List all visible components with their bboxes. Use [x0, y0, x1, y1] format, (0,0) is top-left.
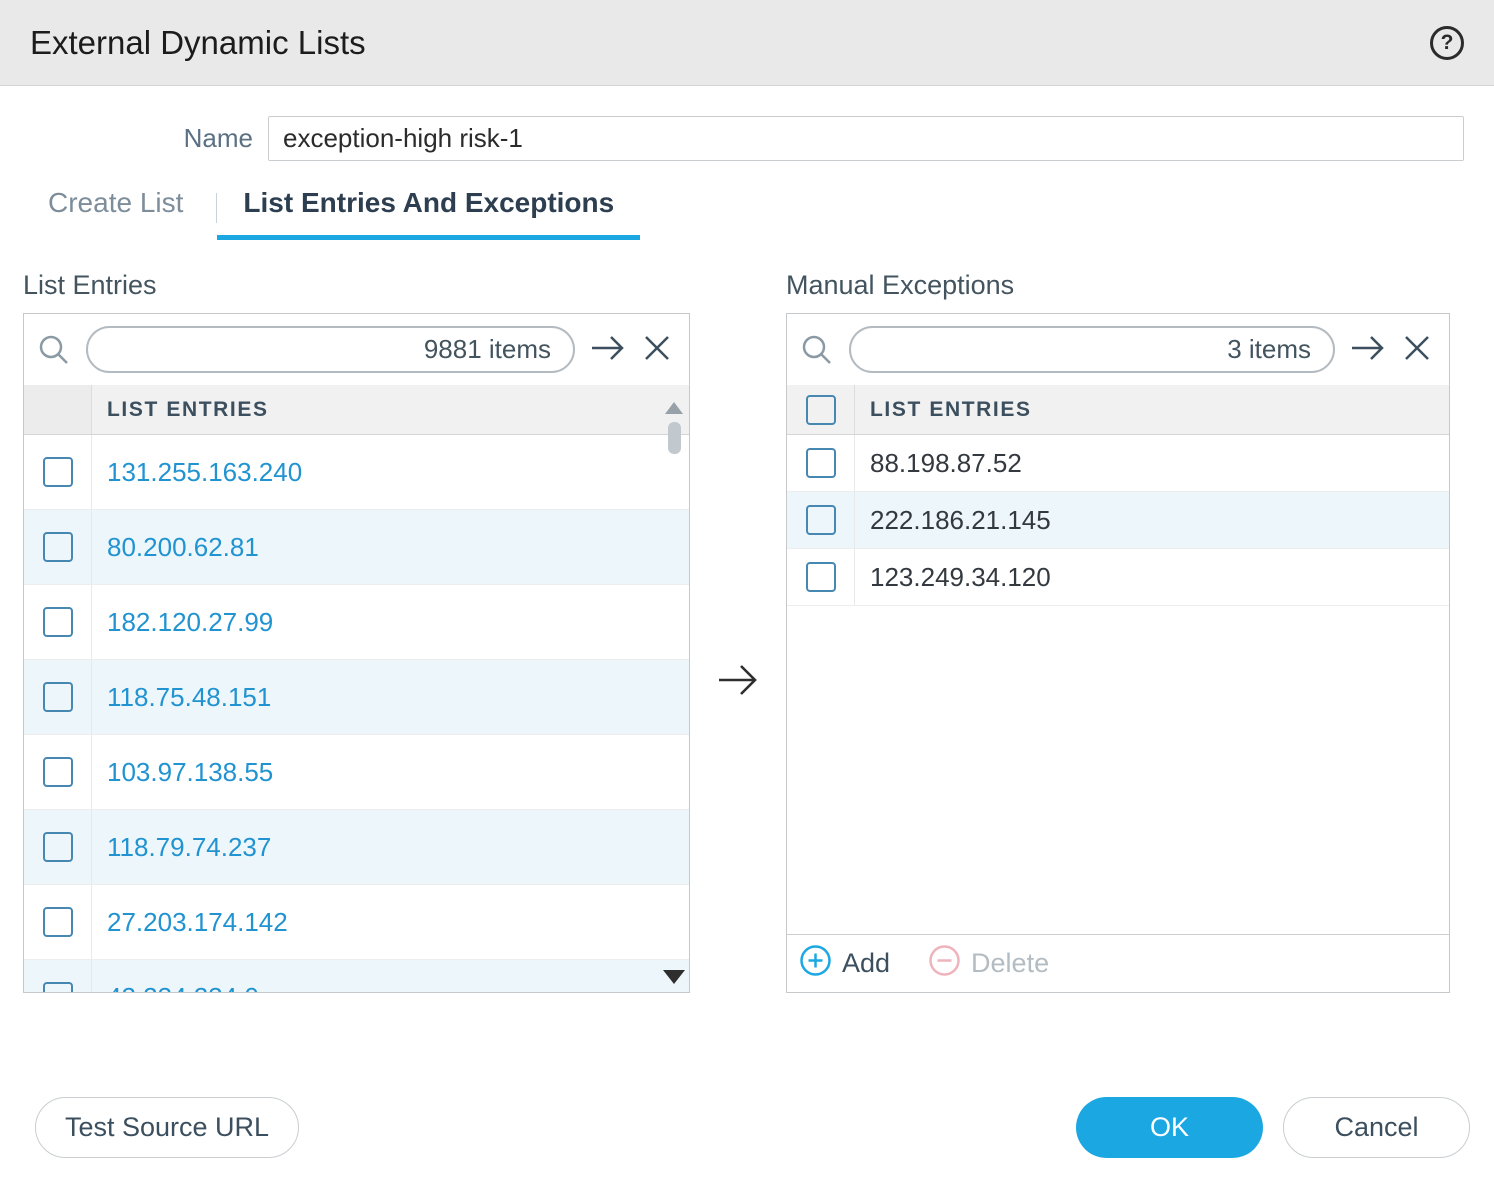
delete-label: Delete [971, 948, 1049, 979]
list-entries-apply-filter-button[interactable] [589, 332, 627, 367]
exception-row[interactable]: 88.198.87.52 [787, 435, 1449, 492]
list-entries-search-input[interactable]: 9881 items [86, 326, 575, 373]
manual-exceptions-section: Manual Exceptions 3 items [786, 270, 1450, 993]
row-checkbox[interactable] [43, 757, 73, 787]
list-entry-value: 118.75.48.151 [92, 682, 271, 713]
list-entry-value: 80.200.62.81 [92, 532, 259, 563]
arrow-right-icon [716, 660, 760, 700]
scroll-up-button[interactable] [665, 402, 683, 414]
list-entries-scrollbar[interactable] [663, 402, 685, 986]
manual-exceptions-table-body: 88.198.87.52 222.186.21.145 123.249.34.1… [787, 435, 1449, 934]
manual-exceptions-search-row: 3 items [787, 314, 1449, 385]
help-icon[interactable]: ? [1430, 26, 1464, 60]
arrow-right-icon [589, 332, 627, 367]
search-icon [36, 332, 72, 368]
cancel-button[interactable]: Cancel [1283, 1097, 1470, 1158]
ok-button[interactable]: OK [1076, 1097, 1263, 1158]
tab-create-list[interactable]: Create List [48, 187, 183, 240]
dialog-header: External Dynamic Lists ? [0, 0, 1494, 86]
list-entry-value: 42.234.234.0 [92, 982, 259, 993]
row-checkbox[interactable] [43, 682, 73, 712]
list-entry-value: 118.79.74.237 [92, 832, 271, 863]
manual-exceptions-table-header: LIST ENTRIES [787, 385, 1449, 435]
exception-row[interactable]: 222.186.21.145 [787, 492, 1449, 549]
move-to-exceptions-button[interactable] [690, 270, 786, 990]
manual-exceptions-clear-filter-button[interactable] [1401, 332, 1433, 367]
row-checkbox[interactable] [43, 832, 73, 862]
list-entries-table-header: LIST ENTRIES [24, 385, 689, 435]
manual-exceptions-footer: Add Delete [787, 934, 1449, 992]
page-title: External Dynamic Lists [30, 24, 1430, 62]
exception-value: 222.186.21.145 [855, 505, 1051, 536]
manual-exceptions-search-input[interactable]: 3 items [849, 326, 1335, 373]
exception-value: 88.198.87.52 [855, 448, 1022, 479]
list-entry-row-partial[interactable]: 42.234.234.0 [24, 960, 689, 992]
tab-bar: Create List List Entries And Exceptions [0, 187, 1494, 240]
name-input[interactable] [268, 116, 1464, 161]
exception-row[interactable]: 123.249.34.120 [787, 549, 1449, 606]
empty-area [787, 606, 1449, 934]
manual-exceptions-column-header: LIST ENTRIES [855, 385, 1032, 434]
row-checkbox[interactable] [806, 448, 836, 478]
list-entry-row[interactable]: 118.75.48.151 [24, 660, 689, 735]
manual-exceptions-search-field[interactable] [873, 335, 1227, 364]
list-entry-row[interactable]: 80.200.62.81 [24, 510, 689, 585]
manual-exceptions-panel: 3 items LIST ENTRIES [786, 313, 1450, 993]
list-entries-search-field[interactable] [110, 335, 424, 364]
manual-exceptions-item-count: 3 items [1227, 334, 1311, 365]
row-checkbox[interactable] [43, 907, 73, 937]
row-checkbox[interactable] [43, 532, 73, 562]
name-row: Name [0, 116, 1464, 161]
list-entry-value: 27.203.174.142 [92, 907, 288, 938]
close-icon [1401, 332, 1433, 367]
tab-list-entries-and-exceptions[interactable]: List Entries And Exceptions [217, 187, 640, 240]
scrollbar-thumb[interactable] [668, 422, 681, 454]
name-label: Name [0, 123, 268, 154]
dialog-actions: Test Source URL OK Cancel [0, 1097, 1494, 1158]
delete-icon [928, 944, 961, 984]
row-checkbox[interactable] [806, 505, 836, 535]
delete-exception-button[interactable]: Delete [928, 944, 1049, 984]
list-entries-section: List Entries 9881 items [23, 270, 690, 993]
row-checkbox[interactable] [43, 457, 73, 487]
arrow-right-icon [1349, 332, 1387, 367]
manual-exceptions-title: Manual Exceptions [786, 270, 1450, 301]
list-entry-value: 103.97.138.55 [92, 757, 273, 788]
list-entries-clear-filter-button[interactable] [641, 332, 673, 367]
list-entries-panel: 9881 items LIST ENTRIES [23, 313, 690, 993]
add-exception-button[interactable]: Add [799, 944, 890, 984]
list-entry-value: 182.120.27.99 [92, 607, 273, 638]
list-entry-row[interactable]: 182.120.27.99 [24, 585, 689, 660]
test-source-url-button[interactable]: Test Source URL [35, 1097, 299, 1158]
add-label: Add [842, 948, 890, 979]
list-entry-row[interactable]: 103.97.138.55 [24, 735, 689, 810]
row-checkbox[interactable] [806, 562, 836, 592]
list-entries-search-row: 9881 items [24, 314, 689, 385]
list-entries-header-checkbox-cell [24, 385, 92, 434]
panels-area: List Entries 9881 items [0, 270, 1494, 993]
row-checkbox[interactable] [43, 607, 73, 637]
add-icon [799, 944, 832, 984]
list-entries-table-body: 131.255.163.240 80.200.62.81 182.120.27.… [24, 435, 689, 992]
select-all-checkbox[interactable] [806, 395, 836, 425]
manual-exceptions-apply-filter-button[interactable] [1349, 332, 1387, 367]
row-checkbox[interactable] [43, 982, 73, 992]
list-entries-column-header: LIST ENTRIES [92, 385, 269, 434]
close-icon [641, 332, 673, 367]
list-entries-item-count: 9881 items [424, 334, 551, 365]
exception-value: 123.249.34.120 [855, 562, 1051, 593]
list-entry-row[interactable]: 131.255.163.240 [24, 435, 689, 510]
search-icon [799, 332, 835, 368]
list-entry-value: 131.255.163.240 [92, 457, 302, 488]
list-entry-row[interactable]: 118.79.74.237 [24, 810, 689, 885]
list-entry-row[interactable]: 27.203.174.142 [24, 885, 689, 960]
scroll-down-button[interactable] [663, 970, 685, 984]
manual-exceptions-header-checkbox-cell [787, 385, 855, 434]
list-entries-title: List Entries [23, 270, 690, 301]
